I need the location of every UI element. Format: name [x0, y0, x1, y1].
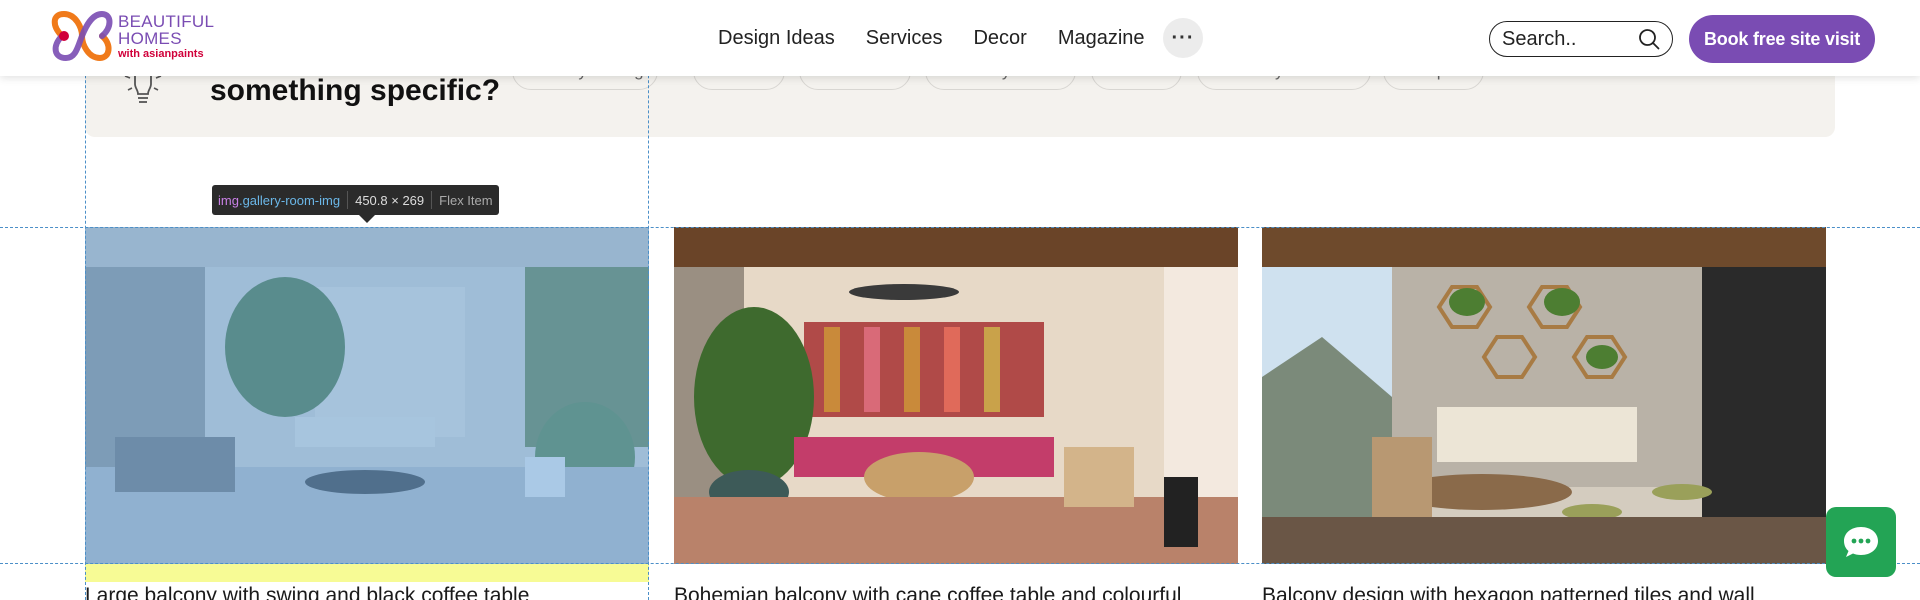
guide-line [85, 0, 86, 600]
filter-heading: something specific? [210, 74, 501, 107]
chat-button[interactable] [1826, 507, 1896, 577]
tooltip-divider [347, 191, 349, 209]
gallery-caption[interactable]: Large balcony with swing and black coffe… [85, 584, 649, 600]
gallery-caption[interactable]: Balcony design with hexagon patterned ti… [1262, 584, 1826, 600]
site-header: BEAUTIFUL HOMES with asianpaints Design … [0, 0, 1920, 76]
brand-logo[interactable]: BEAUTIFUL HOMES with asianpaints [48, 10, 214, 62]
gallery-room-image[interactable] [674, 227, 1238, 564]
inspect-highlight [85, 227, 649, 564]
nav-magazine[interactable]: Magazine [1058, 27, 1145, 50]
tooltip-divider [431, 191, 433, 209]
nav-decor[interactable]: Decor [973, 27, 1026, 50]
guide-line [648, 0, 649, 600]
nav-design-ideas[interactable]: Design Ideas [718, 27, 835, 50]
tooltip-arrow [359, 215, 375, 223]
logo-line3: with asianpaints [118, 47, 204, 60]
search-icon[interactable] [1638, 28, 1660, 50]
gallery-card[interactable]: Balcony design with hexagon patterned ti… [1262, 227, 1826, 600]
inspect-margin-highlight [85, 564, 649, 582]
tooltip-badge: Flex Item [439, 192, 493, 208]
nav-services[interactable]: Services [866, 27, 943, 50]
gallery-card[interactable]: Bohemian balcony with cane coffee table … [674, 227, 1238, 600]
search-input[interactable]: Search.. [1489, 21, 1673, 57]
tooltip-tag: img [218, 192, 239, 208]
guide-line [0, 563, 1920, 564]
guide-line [0, 227, 1920, 228]
inspect-tooltip: img .gallery-room-img 450.8 × 269 Flex I… [212, 185, 499, 215]
chat-bubble-icon [1844, 527, 1878, 557]
tooltip-class: .gallery-room-img [238, 192, 341, 208]
search-placeholder: Search.. [1502, 27, 1577, 50]
book-site-visit-button[interactable]: Book free site visit [1689, 15, 1875, 63]
logo-line1: BEAUTIFUL [118, 11, 215, 31]
more-menu-button[interactable]: ··· [1163, 18, 1203, 58]
gallery-room-image[interactable] [1262, 227, 1826, 564]
gallery-caption[interactable]: Bohemian balcony with cane coffee table … [674, 584, 1238, 600]
tooltip-size: 450.8 × 269 [355, 192, 425, 208]
infinity-logo-icon [51, 10, 113, 62]
main-nav: Design Ideas Services Decor Magazine [718, 0, 1145, 76]
logo-line2: HOMES [118, 28, 182, 48]
